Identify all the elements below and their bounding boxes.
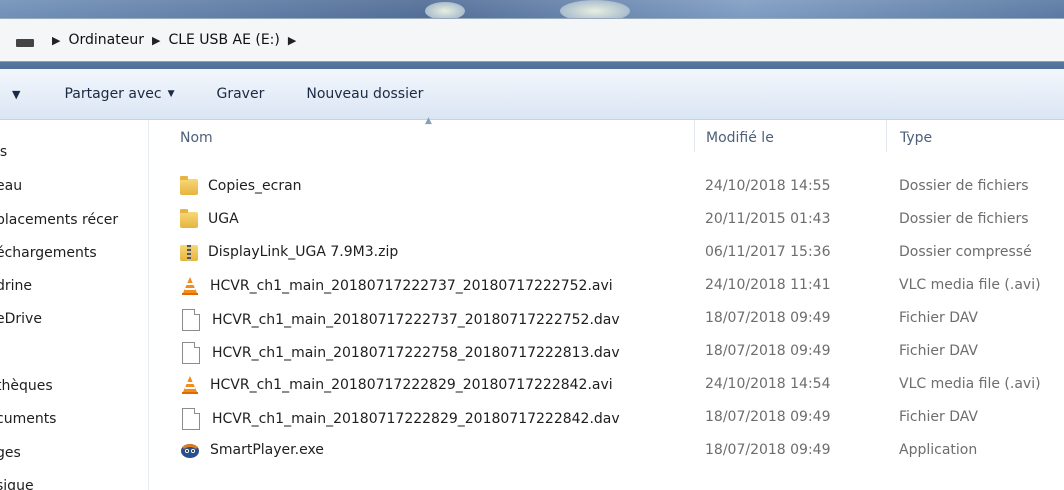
file-row[interactable]: HCVR_ch1_main_20180717222829_20180717222…: [0, 402, 1064, 435]
file-name-cell: HCVR_ch1_main_20180717222829_20180717222…: [180, 375, 613, 395]
file-date: 20/11/2015 01:43: [705, 211, 831, 227]
file-row[interactable]: DisplayLink_UGA 7.9M3.zip 06/11/2017 15:…: [0, 237, 1064, 270]
column-header-name[interactable]: Nom: [180, 130, 213, 146]
sort-ascending-icon: ▲: [425, 116, 432, 126]
nav-item-favorites[interactable]: is: [0, 144, 7, 160]
file-name-cell: UGA: [180, 209, 239, 228]
file-name: Copies_ecran: [208, 178, 302, 194]
share-with-button[interactable]: Partager avec ▼: [64, 86, 174, 102]
app-icon: [180, 441, 200, 459]
file-row[interactable]: HCVR_ch1_main_20180717222737_20180717222…: [0, 270, 1064, 303]
file-name-cell: SmartPlayer.exe: [180, 441, 324, 459]
file-name-cell: HCVR_ch1_main_20180717222829_20180717222…: [180, 408, 620, 430]
column-divider[interactable]: [886, 120, 887, 152]
zip-icon: [180, 245, 198, 261]
breadcrumb-computer[interactable]: Ordinateur: [68, 32, 144, 48]
share-with-label: Partager avec: [64, 86, 162, 102]
column-header-type[interactable]: Type: [900, 130, 932, 146]
file-row[interactable]: HCVR_ch1_main_20180717222829_20180717222…: [0, 369, 1064, 402]
file-type: Dossier de fichiers: [899, 178, 1029, 194]
chevron-down-icon: ▼: [12, 87, 21, 101]
file-icon: [182, 408, 200, 430]
file-type: Dossier compressé: [899, 244, 1032, 260]
burn-button[interactable]: Graver: [217, 86, 265, 102]
file-row[interactable]: HCVR_ch1_main_20180717222758_20180717222…: [0, 336, 1064, 369]
file-row[interactable]: SmartPlayer.exe 18/07/2018 09:49 Applica…: [0, 435, 1064, 468]
new-folder-label: Nouveau dossier: [306, 86, 424, 102]
breadcrumb[interactable]: ▶ Ordinateur ▶ CLE USB AE (E:) ▶: [0, 18, 1064, 62]
drive-icon: [16, 39, 34, 47]
file-type: Fichier DAV: [899, 409, 978, 425]
address-bar-area: ▶ Ordinateur ▶ CLE USB AE (E:) ▶: [0, 0, 1064, 69]
file-name-cell: HCVR_ch1_main_20180717222758_20180717222…: [180, 342, 620, 364]
chevron-right-icon[interactable]: ▶: [288, 34, 296, 47]
file-type: VLC media file (.avi): [899, 277, 1041, 293]
file-date: 06/11/2017 15:36: [705, 244, 831, 260]
file-name: DisplayLink_UGA 7.9M3.zip: [208, 244, 399, 260]
chevron-down-icon: ▼: [167, 89, 175, 99]
file-type: Fichier DAV: [899, 310, 978, 326]
file-type: VLC media file (.avi): [899, 376, 1041, 392]
file-name: SmartPlayer.exe: [210, 442, 324, 458]
folder-icon: [180, 209, 198, 228]
file-date: 24/10/2018 11:41: [705, 277, 831, 293]
file-name: UGA: [208, 211, 239, 227]
file-name: HCVR_ch1_main_20180717222758_20180717222…: [212, 345, 620, 361]
command-bar: ▼ Partager avec ▼ Graver Nouveau dossier: [0, 69, 1064, 120]
file-date: 18/07/2018 09:49: [705, 310, 831, 326]
new-folder-button[interactable]: Nouveau dossier: [306, 86, 423, 102]
vlc-icon: [180, 276, 200, 296]
chevron-right-icon[interactable]: ▶: [152, 34, 160, 47]
organize-dropdown[interactable]: ▼: [12, 88, 20, 101]
file-name-cell: Copies_ecran: [180, 176, 302, 195]
column-header-modified[interactable]: Modifié le: [706, 130, 774, 146]
folder-icon: [180, 176, 198, 195]
file-date: 24/10/2018 14:55: [705, 178, 831, 194]
breadcrumb-usb-drive[interactable]: CLE USB AE (E:): [168, 32, 279, 48]
vlc-icon: [180, 375, 200, 395]
burn-label: Graver: [216, 86, 265, 102]
file-name: HCVR_ch1_main_20180717222737_20180717222…: [210, 278, 613, 294]
file-date: 18/07/2018 09:49: [705, 409, 831, 425]
chevron-right-icon[interactable]: ▶: [52, 34, 60, 47]
file-name-cell: DisplayLink_UGA 7.9M3.zip: [180, 243, 398, 261]
file-row[interactable]: HCVR_ch1_main_20180717222737_20180717222…: [0, 303, 1064, 336]
nav-item-music[interactable]: sique: [0, 478, 34, 490]
file-date: 24/10/2018 14:54: [705, 376, 831, 392]
file-name: HCVR_ch1_main_20180717222829_20180717222…: [210, 377, 613, 393]
file-row[interactable]: UGA 20/11/2015 01:43 Dossier de fichiers: [0, 204, 1064, 237]
file-type: Application: [899, 442, 978, 458]
file-icon: [182, 342, 200, 364]
file-name: HCVR_ch1_main_20180717222829_20180717222…: [212, 411, 620, 427]
file-icon: [182, 309, 200, 331]
file-type: Fichier DAV: [899, 343, 978, 359]
file-name: HCVR_ch1_main_20180717222737_20180717222…: [212, 312, 620, 328]
file-date: 18/07/2018 09:49: [705, 343, 831, 359]
file-name-cell: HCVR_ch1_main_20180717222737_20180717222…: [180, 309, 620, 331]
file-row[interactable]: Copies_ecran 24/10/2018 14:55 Dossier de…: [0, 171, 1064, 204]
window-glass: [0, 0, 1064, 18]
file-type: Dossier de fichiers: [899, 211, 1029, 227]
file-name-cell: HCVR_ch1_main_20180717222737_20180717222…: [180, 276, 613, 296]
file-date: 18/07/2018 09:49: [705, 442, 831, 458]
column-divider[interactable]: [694, 120, 695, 152]
